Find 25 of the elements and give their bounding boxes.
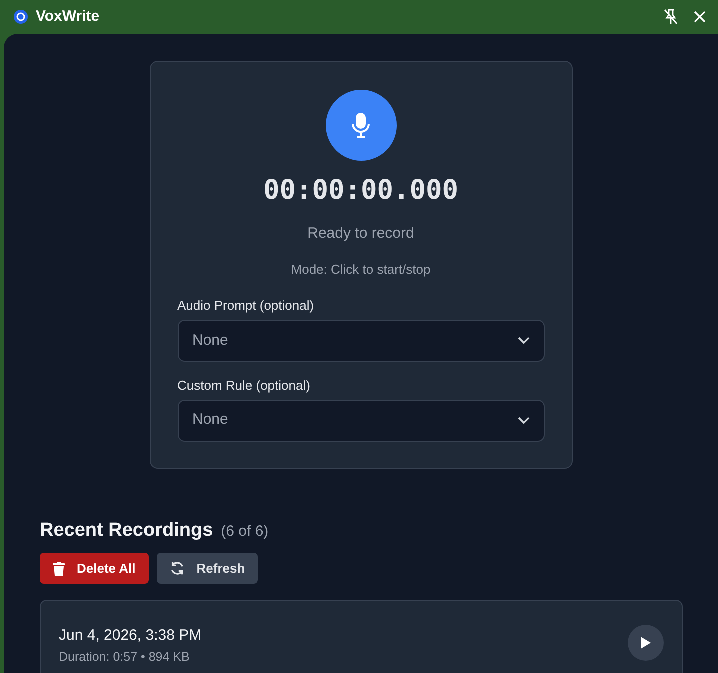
play-button[interactable] <box>628 625 664 662</box>
chevron-down-icon <box>518 416 530 425</box>
mode-text: Mode: Click to start/stop <box>291 262 431 278</box>
trash-icon <box>53 562 65 576</box>
refresh-icon <box>170 561 185 576</box>
close-icon[interactable] <box>694 11 706 23</box>
timer-display: 00:00:00.000 <box>263 175 459 208</box>
microphone-icon <box>351 112 371 138</box>
status-text: Ready to record <box>308 225 414 244</box>
delete-all-button[interactable]: Delete All <box>40 553 149 584</box>
field-label: Custom Rule (optional) <box>178 378 312 394</box>
recording-details: Duration: 0:57 • 894 KB <box>59 648 191 666</box>
unpin-icon[interactable] <box>664 9 678 25</box>
window-title: VoxWrite <box>36 6 100 27</box>
field-label: Audio Prompt (optional) <box>178 298 316 314</box>
dropdown-field[interactable]: None <box>178 400 544 442</box>
recording-count: (6 of 6) <box>221 522 269 542</box>
refresh-button[interactable]: Refresh <box>156 553 258 584</box>
section-title: Recent Recordings <box>40 518 214 543</box>
app-logo-icon <box>14 10 28 24</box>
play-icon <box>640 636 652 650</box>
dropdown-field[interactable]: None <box>178 320 544 362</box>
chevron-down-icon <box>518 336 530 345</box>
recording-card[interactable]: Jun 4, 2026, 3:38 PM Duration: 0:57 • 894 KB <box>40 600 683 673</box>
recording-date: Jun 4, 2026, 3:38 PM <box>59 626 203 646</box>
